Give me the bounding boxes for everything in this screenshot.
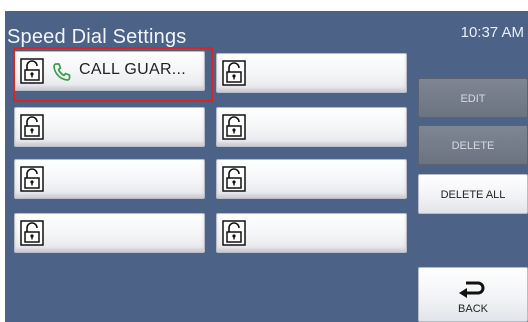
speed-dial-slot-3[interactable] — [14, 159, 205, 199]
speed-dial-slot-6[interactable] — [216, 107, 407, 147]
phone-icon — [51, 61, 73, 83]
lock-icon — [222, 114, 246, 140]
speed-dial-slot-4[interactable] — [14, 213, 205, 253]
speed-dial-screen: Speed Dial Settings 10:37 AM CALL GUAR..… — [5, 11, 528, 322]
lock-icon — [222, 220, 246, 246]
lock-icon — [20, 166, 44, 192]
back-arrow-icon — [458, 278, 490, 303]
speed-dial-slot-8[interactable] — [216, 213, 407, 253]
back-label: BACK — [458, 303, 488, 315]
lock-icon — [20, 220, 44, 246]
speed-dial-slot-7[interactable] — [216, 159, 407, 199]
lock-icon — [222, 60, 246, 86]
speed-dial-slot-1[interactable]: CALL GUAR... — [14, 51, 205, 91]
slot-label: CALL GUAR... — [79, 61, 187, 78]
lock-icon — [20, 58, 44, 84]
edit-button[interactable]: EDIT — [418, 78, 528, 118]
lock-icon — [222, 166, 246, 192]
speed-dial-slot-2[interactable] — [14, 107, 205, 147]
lock-icon — [20, 114, 44, 140]
speed-dial-slot-5[interactable] — [216, 53, 407, 93]
delete-all-button[interactable]: DELETE ALL — [418, 174, 528, 214]
delete-button[interactable]: DELETE — [418, 125, 528, 165]
clock: 10:37 AM — [460, 24, 524, 41]
back-button[interactable]: BACK — [418, 267, 528, 322]
page-title: Speed Dial Settings — [7, 26, 187, 48]
